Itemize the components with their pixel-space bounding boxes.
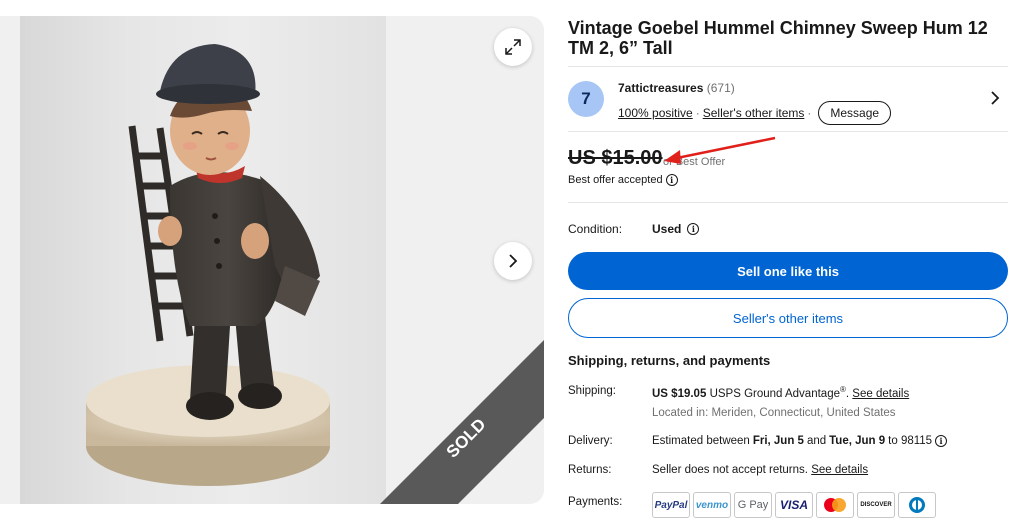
seller-name-text[interactable]: 7attictreasures: [618, 81, 703, 95]
annotation-arrow-icon: [664, 136, 776, 164]
message-button[interactable]: Message: [818, 101, 892, 125]
venmo-icon: venmo: [693, 492, 731, 518]
seller-links: 100% positive · Seller's other items · M…: [618, 101, 892, 125]
seller-other-items-button[interactable]: Seller's other items: [568, 298, 1008, 338]
visa-icon: VISA: [775, 492, 813, 518]
returns-text: Seller does not accept returns.: [652, 464, 808, 476]
shipping-see-details-link[interactable]: See details: [852, 388, 909, 400]
diners-club-icon: [898, 492, 936, 518]
expand-image-button[interactable]: [494, 28, 532, 66]
item-location: Located in: Meriden, Connecticut, United…: [652, 407, 896, 419]
seller-other-items-link[interactable]: Seller's other items: [703, 106, 805, 120]
product-photo[interactable]: [20, 16, 386, 504]
mastercard-icon: [816, 492, 854, 518]
paypal-icon: PayPal: [652, 492, 690, 518]
delivery-and: and: [806, 435, 827, 447]
shipping-service: USPS Ground Advantage: [709, 387, 840, 400]
sold-label: SOLD: [443, 415, 490, 462]
info-icon[interactable]: i: [687, 223, 700, 235]
condition-label: Condition:: [568, 222, 623, 236]
delivery-value: Estimated between Fri, Jun 5 and Tue, Ju…: [652, 435, 948, 447]
best-offer-status-text: Best offer accepted: [568, 174, 663, 186]
next-image-button[interactable]: [494, 242, 532, 280]
returns-value: Seller does not accept returns. See deta…: [652, 464, 868, 476]
listing-page: SOLD Vintage Goebel Hummel Chimney Sweep…: [0, 0, 1024, 522]
shipping-cost: US $19.05: [652, 387, 707, 400]
seller-feedback-count: (671): [706, 81, 735, 95]
listing-title: Vintage Goebel Hummel Chimney Sweep Hum …: [568, 18, 988, 58]
delivery-start: Fri, Jun 5: [752, 435, 804, 447]
shipping-value: US $19.05 USPS Ground Advantage®. See de…: [652, 385, 909, 400]
info-icon[interactable]: i: [665, 174, 678, 186]
separator-dot: ·: [695, 106, 700, 120]
delivery-prefix: Estimated between: [652, 435, 750, 447]
discover-icon: DISCOVER: [857, 492, 895, 518]
condition-value: Used i: [652, 222, 700, 236]
google-pay-icon: G Pay: [734, 492, 772, 518]
period: .: [845, 387, 850, 400]
returns-see-details-link[interactable]: See details: [811, 464, 868, 476]
sell-one-like-this-button[interactable]: Sell one like this: [568, 252, 1008, 290]
delivery-label: Delivery:: [568, 435, 613, 447]
returns-label: Returns:: [568, 464, 612, 476]
seller-name[interactable]: 7attictreasures (671): [618, 81, 735, 95]
hummel-figurine-image: [86, 44, 330, 486]
info-icon[interactable]: i: [935, 435, 948, 447]
seller-avatar[interactable]: 7: [568, 81, 604, 117]
price: US $15.00: [568, 147, 663, 169]
shipping-section-title: Shipping, returns, and payments: [568, 353, 771, 368]
positive-feedback-link[interactable]: 100% positive: [618, 106, 693, 120]
expand-icon: [505, 39, 521, 55]
payment-methods: PayPal venmo G Pay VISA DISCOVER: [652, 492, 936, 518]
payments-label: Payments:: [568, 496, 623, 508]
seller-card[interactable]: 7 7attictreasures (671) 100% positive · …: [568, 66, 1008, 132]
delivery-zip: to 98115: [888, 435, 933, 447]
shipping-label: Shipping:: [568, 385, 616, 397]
chevron-right-icon[interactable]: [988, 91, 1002, 105]
image-gallery: SOLD: [0, 16, 544, 504]
separator-dot: ·: [807, 106, 812, 120]
chevron-right-icon: [509, 254, 518, 268]
divider: [568, 202, 1008, 203]
condition-value-text: Used: [652, 222, 682, 236]
delivery-end: Tue, Jun 9: [829, 435, 886, 447]
best-offer-status: Best offer accepted i: [568, 174, 678, 186]
